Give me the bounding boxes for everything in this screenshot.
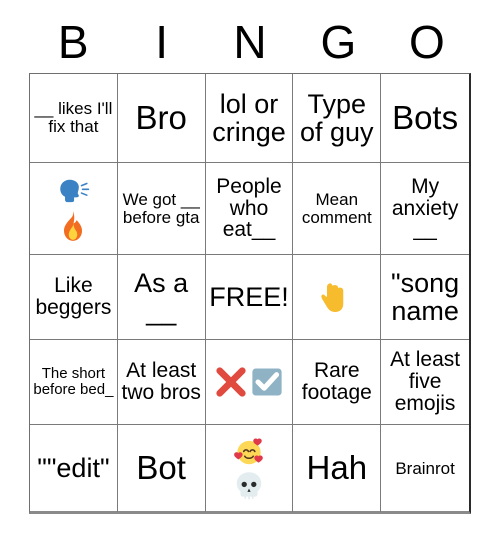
bingo-cell-i2[interactable]: We got __ before gta — [117, 163, 206, 255]
bingo-cell-text: At least five emojis — [390, 348, 461, 415]
bingo-cell-text: Mean comment — [301, 189, 372, 227]
bingo-card: B I N G O __ likes I'll fix that Bro lol o… — [0, 0, 500, 544]
bingo-cell-text: Bro — [135, 98, 187, 136]
bingo-cell-text: Brainrot — [395, 458, 455, 478]
bingo-cell-text: Bot — [136, 449, 186, 487]
header-letter-b: B — [57, 16, 89, 68]
bingo-cell-text: Rare footage — [301, 359, 372, 404]
header-letter-g: G — [320, 16, 357, 68]
header-letter-i: I — [155, 16, 168, 68]
bingo-cell-b2[interactable] — [30, 163, 118, 255]
emoji-group-n4 — [213, 364, 285, 400]
bingo-cell-text: Like beggers — [35, 274, 112, 319]
bingo-header-row: B I N G O — [29, 14, 471, 70]
emoji-group-g3 — [317, 277, 357, 317]
bingo-cell-text: lol or cringe — [212, 88, 286, 147]
bingo-cell-i4[interactable]: At least two bros — [117, 340, 206, 425]
bingo-cell-text: Bots — [392, 98, 459, 136]
smiling-face-with-hearts-icon — [232, 435, 266, 469]
header-letter-o: O — [408, 16, 445, 68]
bingo-cell-text: My anxiety __ — [391, 174, 459, 242]
fire-icon — [56, 209, 90, 243]
bingo-cell-g4[interactable]: Rare footage — [293, 340, 382, 425]
bingo-cell-text: "song name — [391, 267, 460, 326]
bingo-cell-b3[interactable]: Like beggers — [30, 255, 118, 340]
bingo-cell-b4[interactable]: The short before bed_ — [30, 340, 118, 425]
bingo-cell-o4[interactable]: At least five emojis — [381, 340, 469, 425]
bingo-cell-text: We got __ before gta — [122, 189, 200, 227]
bingo-cell-n2[interactable]: People who eat__ — [205, 163, 294, 255]
emoji-group-b2 — [56, 175, 90, 243]
bingo-cell-text: Type of guy — [300, 88, 374, 147]
bingo-cell-i5[interactable]: Bot — [118, 425, 206, 512]
bingo-cell-o5[interactable]: Brainrot — [381, 425, 469, 512]
bingo-cell-text: Hah — [306, 449, 368, 487]
skull-icon — [232, 469, 266, 503]
bingo-cell-text: ""edit" — [37, 453, 110, 484]
bingo-cell-o2[interactable]: My anxiety __ — [381, 163, 469, 255]
backhand-index-pointing-down-icon — [317, 277, 357, 317]
bingo-cell-g2[interactable]: Mean comment — [293, 163, 382, 255]
header-letter-n: N — [233, 16, 267, 68]
bingo-cell-text: __ likes I'll fix that — [34, 99, 113, 136]
bingo-cell-n1[interactable]: lol or cringe — [205, 74, 294, 163]
bingo-cell-i1[interactable]: Bro — [117, 74, 206, 163]
bingo-cell-n3[interactable]: FREE! — [205, 255, 294, 340]
bingo-cell-n5[interactable] — [206, 425, 294, 512]
bingo-cell-text: The short before bed_ — [33, 365, 114, 398]
bingo-cell-o1[interactable]: Bots — [381, 74, 469, 163]
bingo-cell-b1[interactable]: __ likes I'll fix that — [30, 74, 118, 163]
bingo-cell-i3[interactable]: As a __ — [117, 255, 206, 340]
bingo-cell-b5[interactable]: ""edit" — [30, 425, 118, 512]
bingo-cell-text: At least two bros — [121, 359, 201, 404]
bingo-cell-g1[interactable]: Type of guy — [293, 74, 382, 163]
bingo-cell-text: As a __ — [134, 267, 189, 326]
bingo-cell-text: People who eat__ — [216, 174, 282, 242]
ballot-box-with-check-icon — [249, 364, 285, 400]
bingo-cell-g5[interactable]: Hah — [293, 425, 382, 512]
bingo-grid: __ likes I'll fix that Bro lol or cringe Ty… — [29, 73, 471, 514]
cross-mark-icon — [213, 364, 249, 400]
bingo-cell-g3[interactable] — [293, 255, 382, 340]
bingo-cell-o3[interactable]: "song name — [381, 255, 469, 340]
bingo-cell-n4[interactable] — [205, 340, 294, 425]
emoji-group-n5 — [232, 435, 266, 503]
free-space-label: FREE! — [209, 281, 289, 312]
speaking-head-icon — [56, 175, 90, 209]
